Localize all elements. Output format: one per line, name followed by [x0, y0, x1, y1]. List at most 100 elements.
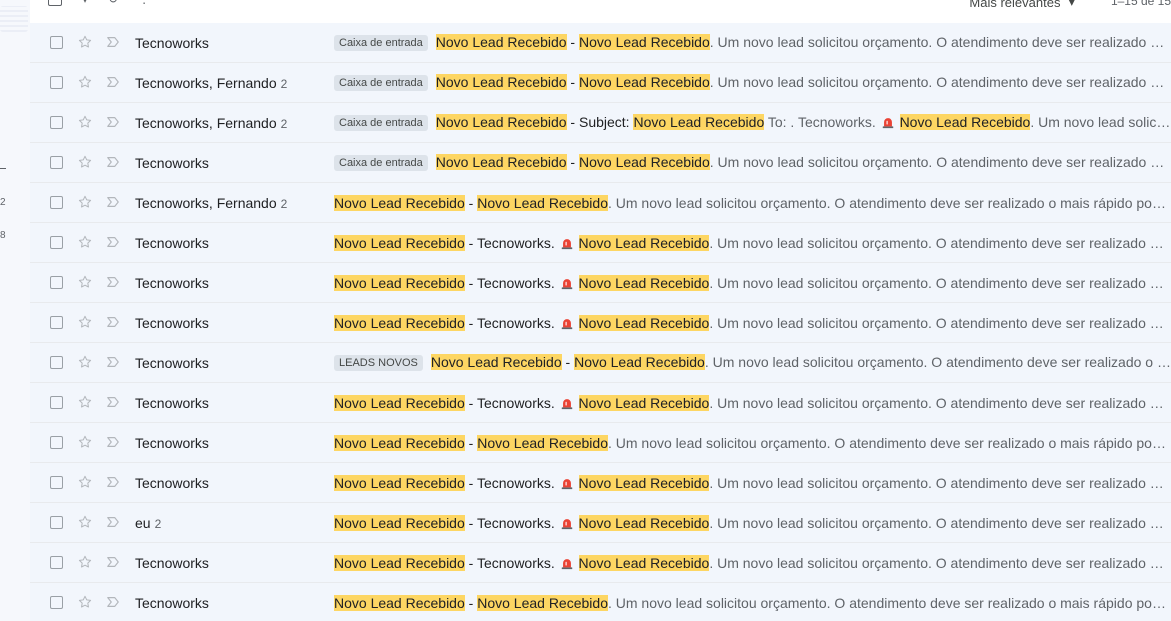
row-checkbox[interactable] [50, 436, 63, 449]
row-checkbox[interactable] [50, 196, 63, 209]
table-row[interactable]: Tecnoworks Novo Lead Recebido - Tecnowork… [30, 263, 1171, 303]
table-row[interactable]: eu 2 Novo Lead Recebido - Tecnoworks. Novo… [30, 503, 1171, 543]
importance-marker-icon[interactable] [106, 555, 120, 569]
message-preview: Caixa de entrada Novo Lead Recebido - Nov… [334, 154, 1171, 171]
sort-dropdown[interactable]: Mais relevantes ▾ [969, 0, 1075, 10]
subject-text: - [566, 34, 579, 50]
table-row[interactable]: Tecnoworks Novo Lead Recebido - Tecnowork… [30, 543, 1171, 583]
row-checkbox[interactable] [50, 596, 63, 609]
star-icon[interactable] [77, 74, 93, 90]
subject-text: - Tecnoworks. [464, 234, 559, 251]
row-checkbox[interactable] [50, 556, 63, 569]
label-chip[interactable]: Caixa de entrada [334, 115, 428, 131]
snippet-text: . Um novo lead solicitou orçamento. O at… [704, 354, 1171, 370]
importance-marker-icon[interactable] [106, 355, 120, 369]
table-row[interactable]: Tecnoworks Novo Lead Recebido - Tecnowork… [30, 303, 1171, 343]
table-row[interactable]: Tecnoworks, Fernando 2 Novo Lead Recebido … [30, 183, 1171, 223]
row-checkbox[interactable] [50, 516, 63, 529]
snippet-text [575, 315, 579, 331]
snippet-text [575, 395, 579, 411]
thread-count: 2 [280, 196, 288, 211]
importance-marker-icon[interactable] [106, 195, 120, 209]
row-checkbox[interactable] [50, 396, 63, 409]
star-icon[interactable] [77, 314, 93, 330]
subject-text: - [464, 434, 478, 451]
star-icon[interactable] [77, 594, 93, 610]
importance-marker-icon[interactable] [106, 315, 120, 329]
star-icon[interactable] [77, 274, 93, 290]
snippet-text [575, 475, 579, 491]
star-icon[interactable] [77, 354, 93, 370]
row-checkbox[interactable] [50, 236, 63, 249]
star-icon[interactable] [77, 474, 93, 490]
star-icon[interactable] [77, 154, 93, 170]
search-highlight: Novo Lead Recebido [334, 394, 465, 411]
sender-name: Tecnoworks, Fernando 2 [135, 75, 287, 91]
refresh-icon[interactable]: ↻ [108, 0, 118, 6]
subject-text: - Tecnoworks. [464, 474, 559, 491]
importance-marker-icon[interactable] [106, 155, 120, 169]
message-preview: Caixa de entrada Novo Lead Recebido - Nov… [334, 34, 1171, 51]
table-row[interactable]: Tecnoworks Caixa de entrada Novo Lead Rece… [30, 143, 1171, 183]
sender-name: Tecnoworks [135, 395, 209, 411]
table-row[interactable]: Tecnoworks Novo Lead Recebido - Tecnowork… [30, 223, 1171, 263]
star-icon[interactable] [77, 434, 93, 450]
siren-emoji-icon [560, 556, 574, 570]
star-icon[interactable] [77, 34, 93, 50]
chevron-down-icon[interactable]: ▾ [82, 0, 88, 6]
star-icon[interactable] [77, 114, 93, 130]
sender-name: Tecnoworks, Fernando 2 [135, 115, 287, 131]
importance-marker-icon[interactable] [106, 75, 120, 89]
table-row[interactable]: Tecnoworks, Fernando 2 Caixa de entrada Nov… [30, 63, 1171, 103]
importance-marker-icon[interactable] [106, 515, 120, 529]
importance-marker-icon[interactable] [106, 115, 120, 129]
label-chip[interactable]: Caixa de entrada [334, 75, 428, 91]
star-icon[interactable] [77, 234, 93, 250]
importance-marker-icon[interactable] [106, 35, 120, 49]
row-checkbox[interactable] [50, 356, 63, 369]
row-checkbox[interactable] [50, 276, 63, 289]
row-checkbox[interactable] [50, 116, 63, 129]
siren-emoji-icon [560, 276, 574, 290]
row-checkbox[interactable] [50, 316, 63, 329]
table-row[interactable]: Tecnoworks Novo Lead Recebido - Tecnowork… [30, 383, 1171, 423]
importance-marker-icon[interactable] [106, 475, 120, 489]
label-chip[interactable]: Caixa de entrada [334, 35, 428, 51]
table-row[interactable]: Tecnoworks Caixa de entrada Novo Lead Rece… [30, 23, 1171, 63]
select-all-checkbox[interactable] [48, 0, 62, 6]
importance-marker-icon[interactable] [106, 235, 120, 249]
search-highlight: Novo Lead Recebido [430, 354, 562, 370]
star-icon[interactable] [77, 514, 93, 530]
search-highlight: Novo Lead Recebido [435, 74, 567, 90]
row-checkbox[interactable] [50, 156, 63, 169]
row-checkbox[interactable] [50, 76, 63, 89]
star-icon[interactable] [77, 394, 93, 410]
importance-marker-icon[interactable] [106, 595, 120, 609]
table-row[interactable]: Tecnoworks Novo Lead Recebido - Tecnowork… [30, 463, 1171, 503]
subject-text: - Subject: [566, 114, 634, 130]
label-chip[interactable]: Caixa de entrada [334, 155, 428, 171]
table-row[interactable]: Tecnoworks, Fernando 2 Caixa de entrada Nov… [30, 103, 1171, 143]
label-chip[interactable]: LEADS NOVOS [334, 355, 423, 371]
sender-label: Tecnoworks [135, 154, 209, 171]
row-checkbox[interactable] [50, 36, 63, 49]
importance-marker-icon[interactable] [106, 275, 120, 289]
row-checkbox[interactable] [50, 476, 63, 489]
search-highlight: Novo Lead Recebido [633, 114, 765, 130]
importance-marker-icon[interactable] [106, 435, 120, 449]
table-row[interactable]: Tecnoworks Novo Lead Recebido - Novo Lead… [30, 583, 1171, 621]
table-row[interactable]: Tecnoworks LEADS NOVOS Novo Lead Recebido … [30, 343, 1171, 383]
siren-emoji-icon [560, 476, 574, 490]
more-vert-icon[interactable]: ⋮ [138, 0, 150, 6]
sender-label: Tecnoworks [135, 474, 209, 491]
siren-emoji-icon [560, 516, 574, 530]
search-highlight: Novo Lead Recebido [579, 74, 710, 90]
star-icon[interactable] [77, 554, 93, 570]
siren-emoji-icon [560, 236, 574, 250]
star-icon[interactable] [77, 194, 93, 210]
search-highlight: Novo Lead Recebido [477, 434, 608, 451]
search-highlight: Novo Lead Recebido [334, 474, 465, 491]
importance-marker-icon[interactable] [106, 395, 120, 409]
message-preview: Novo Lead Recebido - Tecnoworks. Novo Le… [334, 514, 1171, 531]
table-row[interactable]: Tecnoworks Novo Lead Recebido - Novo Lead… [30, 423, 1171, 463]
